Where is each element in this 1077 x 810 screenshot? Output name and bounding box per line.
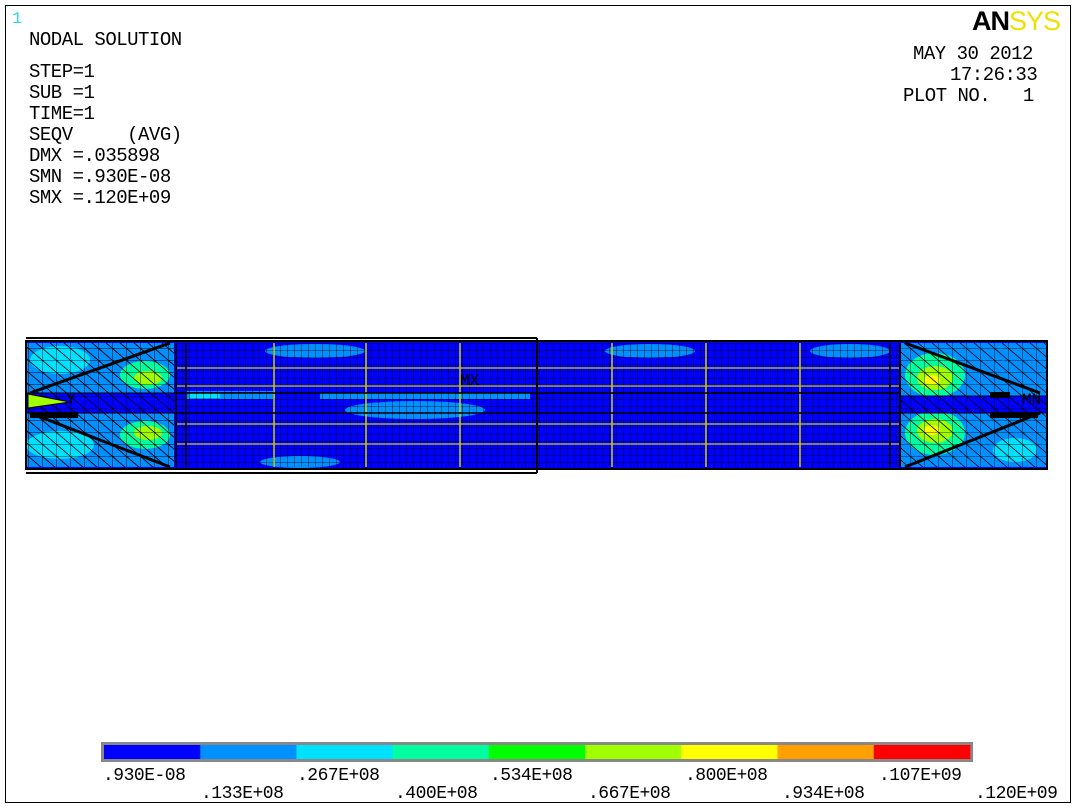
right-support-top (990, 392, 1010, 398)
beam-model: Y MX MN (25, 337, 1048, 474)
legend-band-7 (681, 745, 778, 759)
legend-label-bottom: .133E+08 (201, 784, 284, 804)
legend-band-9 (873, 745, 971, 759)
legend-band-1 (104, 745, 201, 759)
left-support-base (30, 412, 78, 418)
legend-label-top: .534E+08 (490, 766, 573, 786)
legend-band-8 (777, 745, 875, 759)
legend-label-top: .107E+09 (879, 766, 962, 786)
legend-band-5 (488, 745, 586, 759)
legend-label-bottom: .400E+08 (395, 784, 478, 804)
legend-band-2 (200, 745, 297, 759)
legend-label-top: .930E-08 (103, 766, 186, 786)
legend-band-6 (585, 745, 682, 759)
legend-label-top: .800E+08 (685, 766, 768, 786)
legend-label-top: .267E+08 (297, 766, 380, 786)
label-y: Y (66, 391, 76, 409)
legend-color-bar (101, 742, 973, 762)
label-mx: MX (460, 372, 480, 390)
right-support-base (990, 412, 1038, 418)
label-mn: MN (1022, 391, 1041, 409)
legend-label-bottom: .934E+08 (782, 784, 865, 804)
legend-band-3 (296, 745, 393, 759)
legend-label-bottom: .120E+09 (975, 784, 1058, 804)
legend-band-4 (392, 745, 490, 759)
model-view: Y MX MN (25, 337, 1048, 762)
legend-label-bottom: .667E+08 (588, 784, 671, 804)
